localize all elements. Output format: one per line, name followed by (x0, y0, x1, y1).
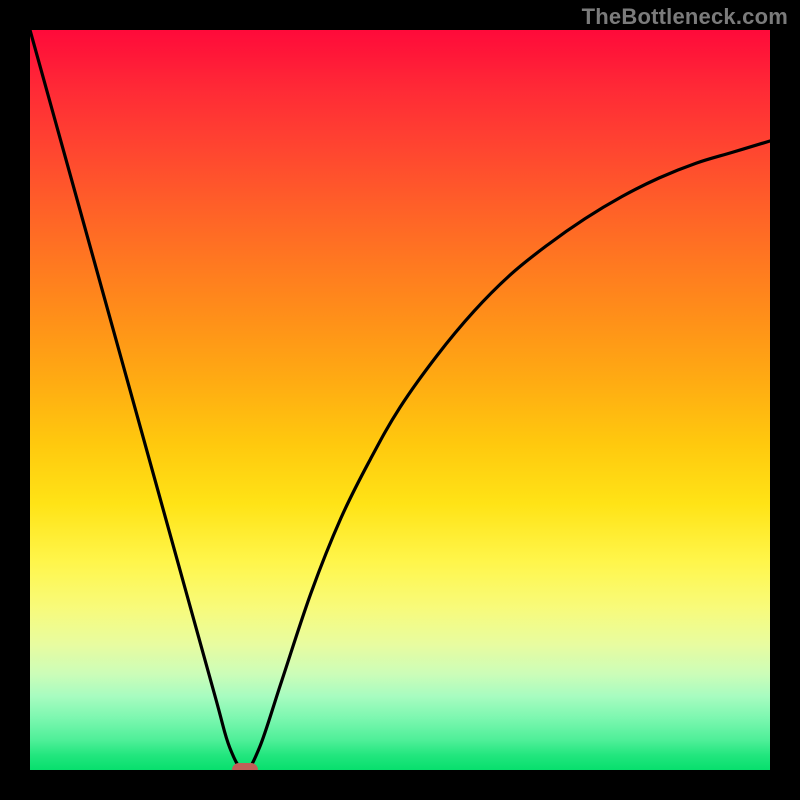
plot-area (30, 30, 770, 770)
chart-frame: TheBottleneck.com (0, 0, 800, 800)
curve-svg (30, 30, 770, 770)
minimum-marker (232, 763, 258, 770)
bottleneck-curve (30, 30, 770, 770)
watermark-text: TheBottleneck.com (582, 4, 788, 30)
